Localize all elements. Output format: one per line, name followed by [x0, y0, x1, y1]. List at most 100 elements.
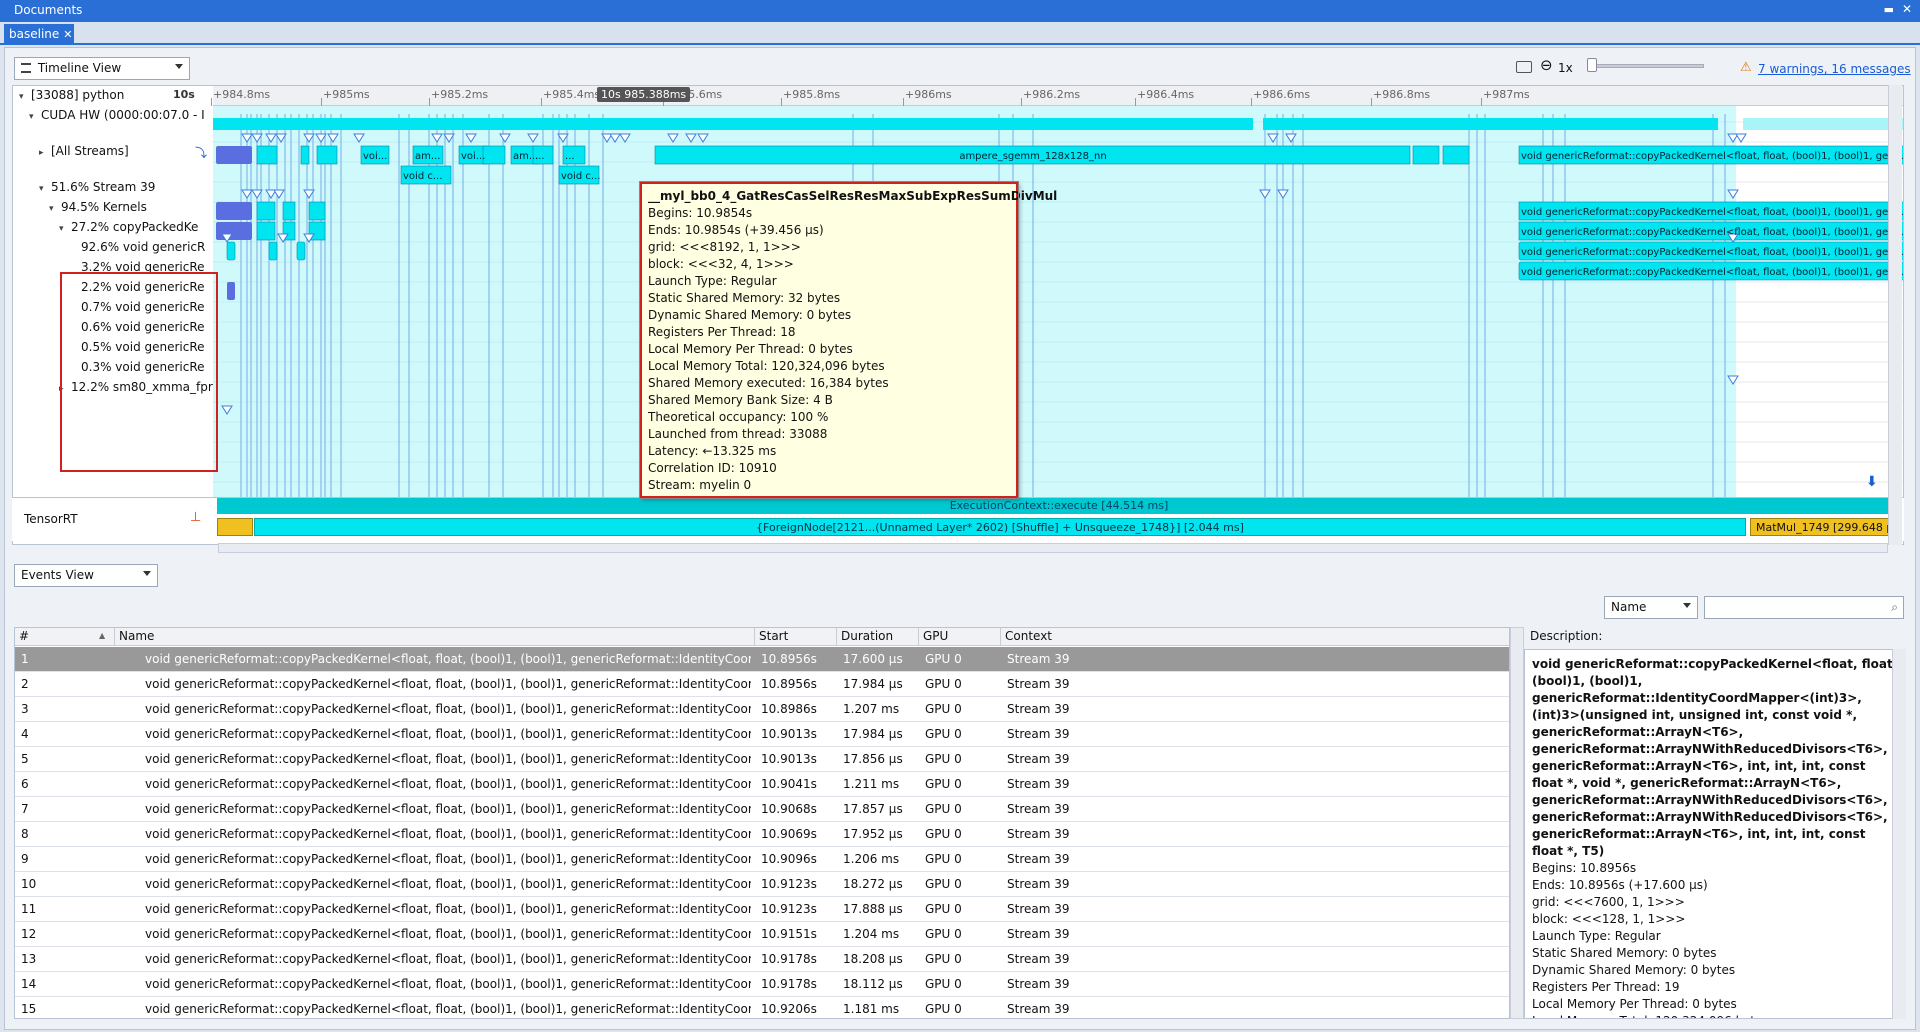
tree-row[interactable]: ▾ CUDA HW (0000:00:07.0 - I	[29, 108, 213, 128]
keyboard-icon[interactable]	[1516, 61, 1532, 73]
table-row[interactable]: 6 void genericReformat::copyPackedKernel<…	[15, 772, 1509, 797]
tree-row[interactable]: ▸ [All Streams]	[39, 144, 213, 164]
table-row[interactable]: 10 void genericReformat::copyPackedKernel…	[15, 872, 1509, 897]
tab-baseline[interactable]: baseline ✕	[4, 24, 74, 45]
kernel-block	[256, 145, 278, 165]
table-cell: 14	[21, 977, 37, 991]
ruler-tick: +987ms	[1481, 88, 1530, 106]
exec-context-bar[interactable]: ExecutionContext::execute [44.514 ms]	[217, 498, 1901, 514]
table-cell: 18.272 μs	[843, 877, 903, 891]
table-cell: Stream 39	[1007, 702, 1070, 716]
table-cell: Stream 39	[1007, 827, 1070, 841]
table-cell: Stream 39	[1007, 927, 1070, 941]
tree-label: [All Streams]	[51, 144, 129, 158]
table-cell: GPU 0	[925, 952, 962, 966]
kernel-block	[316, 145, 338, 165]
zoom-slider-handle[interactable]	[1587, 58, 1597, 72]
chevron-down-icon	[1683, 603, 1691, 608]
foreign-node-bar[interactable]: {ForeignNode[2121...(Unnamed Layer* 2602…	[254, 518, 1746, 536]
timeline-tracks[interactable]: voi... am... voi... am......... void c... voi…	[213, 106, 1903, 506]
expand-toggle-icon[interactable]: ▾	[49, 204, 61, 214]
table-cell: 17.952 μs	[843, 827, 903, 841]
kernel-block	[216, 146, 252, 164]
description-label: Description:	[1530, 629, 1603, 643]
warnings-link[interactable]: 7 warnings, 16 messages	[1758, 62, 1911, 76]
tree-row[interactable]: ▾ 51.6% Stream 39	[39, 180, 213, 200]
table-row[interactable]: 7 void genericReformat::copyPackedKernel<…	[15, 797, 1509, 822]
kernel-block	[256, 221, 276, 241]
table-cell: Stream 39	[1007, 977, 1070, 991]
table-row[interactable]: 1 void genericReformat::copyPackedKernel<…	[15, 647, 1509, 672]
launch-marker-icon	[1735, 133, 1747, 143]
column-header[interactable]: Context	[1001, 628, 1509, 646]
stream-link-icon[interactable]: ⤵	[195, 144, 207, 161]
table-row[interactable]: 4 void genericReformat::copyPackedKernel<…	[15, 722, 1509, 747]
tab-close-icon[interactable]: ✕	[63, 28, 72, 41]
table-cell: void genericReformat::copyPackedKernel<f…	[145, 727, 751, 741]
ruler-tick: +985ms	[321, 88, 370, 106]
expand-toggle-icon[interactable]: ▾	[59, 224, 71, 234]
events-v-scrollbar[interactable]	[1510, 627, 1524, 1019]
column-header[interactable]: GPU	[919, 628, 1001, 646]
tooltip-line: Ends: 10.9854s (+39.456 μs)	[648, 223, 824, 237]
kernel-block	[216, 222, 252, 240]
table-cell: GPU 0	[925, 902, 962, 916]
pin-icon[interactable]: ▬	[1884, 3, 1894, 16]
search-input[interactable]: ⌕	[1704, 596, 1904, 619]
table-cell: 17.888 μs	[843, 902, 903, 916]
description-scrollbar[interactable]	[1892, 649, 1906, 1019]
tooltip-line: Begins: 10.9854s	[648, 206, 753, 220]
close-icon[interactable]: ✕	[1902, 2, 1912, 16]
tree-row[interactable]: ▾ 27.2% copyPackedKe	[59, 220, 213, 240]
ruler-tick-mark	[1371, 98, 1372, 106]
description-line: Local Memory Per Thread: 0 bytes	[1532, 997, 1737, 1011]
timeline-v-scrollbar[interactable]	[1888, 85, 1902, 545]
sort-asc-icon: ▲	[99, 631, 106, 640]
expand-toggle-icon[interactable]: ▸	[39, 148, 51, 158]
column-header[interactable]: Duration	[837, 628, 919, 646]
arrow-down-icon[interactable]: ⬇	[1866, 474, 1878, 490]
events-view-selector[interactable]: Events View	[14, 564, 158, 587]
time-ruler[interactable]: +984.8ms +985ms +985.2ms +985.4ms +985.6ms +9…	[211, 86, 1903, 106]
view-selector[interactable]: Timeline View	[14, 57, 190, 80]
table-row[interactable]: 2 void genericReformat::copyPackedKernel<…	[15, 672, 1509, 697]
table-cell: GPU 0	[925, 927, 962, 941]
table-row[interactable]: 15 void genericReformat::copyPackedKernel…	[15, 997, 1509, 1018]
pin-icon[interactable]: ⊥	[190, 510, 201, 525]
ruler-tick-mark	[429, 98, 430, 106]
column-header[interactable]: Start	[755, 628, 837, 646]
ruler-tick: +985.2ms	[429, 88, 488, 106]
zoom-slider[interactable]	[1590, 64, 1704, 68]
tooltip-line: Latency: ←13.325 ms	[648, 444, 777, 458]
document-tab-strip: baseline ✕	[0, 22, 1920, 45]
table-row[interactable]: 11 void genericReformat::copyPackedKernel…	[15, 897, 1509, 922]
table-row[interactable]: 13 void genericReformat::copyPackedKernel…	[15, 947, 1509, 972]
expand-toggle-icon[interactable]: ▾	[39, 184, 51, 194]
table-cell: void genericReformat::copyPackedKernel<f…	[145, 827, 751, 841]
table-row[interactable]: 14 void genericReformat::copyPackedKernel…	[15, 972, 1509, 997]
table-cell: 15	[21, 1002, 37, 1016]
expand-toggle-icon[interactable]: ▾	[29, 112, 41, 122]
expand-toggle-icon[interactable]: ▾	[19, 92, 31, 102]
tooltip-line: Shared Memory executed: 16,384 bytes	[648, 376, 889, 390]
timeline-h-scrollbar[interactable]	[218, 543, 1888, 553]
table-row[interactable]: 8 void genericReformat::copyPackedKernel<…	[15, 822, 1509, 847]
table-cell: void genericReformat::copyPackedKernel<f…	[145, 777, 751, 791]
tree-row[interactable]: ▾ 94.5% Kernels	[49, 200, 213, 220]
chevron-down-icon	[175, 64, 183, 69]
table-cell: 1.206 ms	[843, 852, 900, 866]
table-cell: 1.211 ms	[843, 777, 900, 791]
kernel-block	[226, 241, 236, 261]
table-row[interactable]: 5 void genericReformat::copyPackedKernel<…	[15, 747, 1509, 772]
zoom-icon[interactable]: ⊖	[1540, 56, 1553, 74]
column-header[interactable]: Name	[115, 628, 755, 646]
matmul-bar[interactable]: MatMul_1749 [299.648 μs]	[1750, 518, 1890, 536]
table-cell: 17.600 μs	[843, 652, 903, 666]
tree-row[interactable]: 92.6% void genericR	[69, 240, 213, 260]
table-row[interactable]: 9 void genericReformat::copyPackedKernel<…	[15, 847, 1509, 872]
filter-field-selector[interactable]: Name	[1604, 596, 1698, 619]
tensorrt-small-bar[interactable]	[217, 518, 253, 536]
table-row[interactable]: 12 void genericReformat::copyPackedKernel…	[15, 922, 1509, 947]
ruler-tick: +986.6ms	[1251, 88, 1310, 106]
table-row[interactable]: 3 void genericReformat::copyPackedKernel<…	[15, 697, 1509, 722]
